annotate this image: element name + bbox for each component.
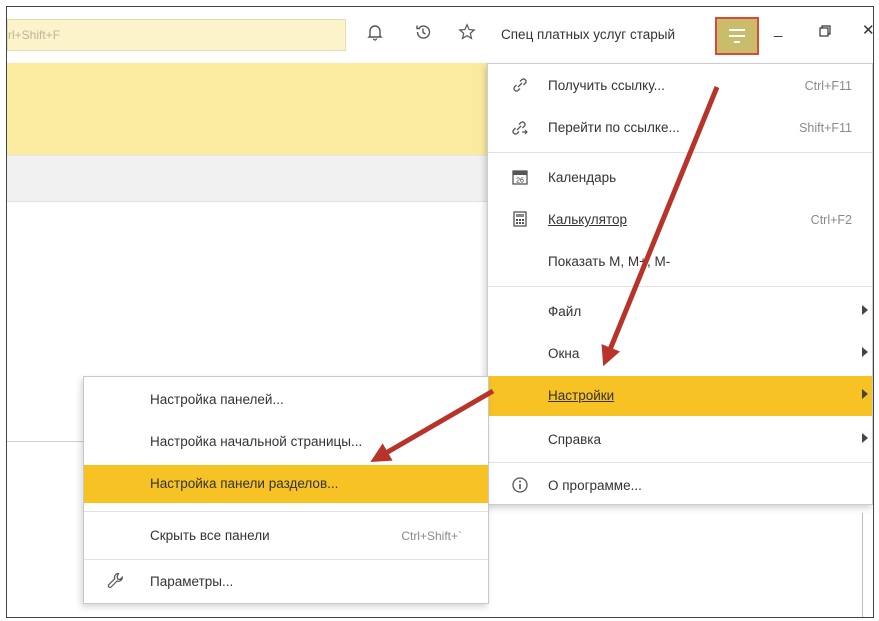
user-name[interactable]: Спец платных услуг старый — [501, 27, 675, 42]
chevron-right-icon — [862, 433, 868, 443]
top-bar: rl+Shift+F Спец платных услуг старый _ ✕ — [7, 7, 873, 64]
main-menu-dropdown: Получить ссылку... Ctrl+F11 Перейти по с… — [487, 63, 873, 505]
star-icon[interactable] — [456, 23, 478, 45]
link-icon — [510, 76, 530, 96]
calculator-icon — [510, 210, 530, 230]
chevron-right-icon — [862, 347, 868, 357]
follow-link-icon — [510, 118, 530, 138]
menu-item-settings[interactable]: Настройки — [488, 376, 872, 416]
app-window: rl+Shift+F Спец платных услуг старый _ ✕ — [6, 6, 874, 618]
restore-button[interactable] — [819, 24, 831, 40]
divider — [862, 513, 863, 617]
wrench-icon — [106, 571, 126, 596]
menu-item-get-link[interactable]: Получить ссылку... Ctrl+F11 — [488, 66, 872, 106]
menu-item-show-memory[interactable]: Показать М, М+, М- — [488, 242, 872, 282]
search-input[interactable]: rl+Shift+F — [7, 19, 346, 51]
minimize-button[interactable]: _ — [774, 21, 782, 38]
hamburger-menu-button[interactable] — [715, 17, 759, 55]
calendar-icon: 26 — [510, 168, 530, 188]
hamburger-menu-icon — [729, 29, 745, 47]
info-icon — [510, 476, 530, 496]
search-placeholder: rl+Shift+F — [8, 28, 61, 42]
menu-item-windows[interactable]: Окна — [488, 334, 872, 374]
menu-separator — [488, 286, 872, 287]
svg-text:26: 26 — [516, 178, 524, 185]
menu-item-calculator[interactable]: Калькулятор Ctrl+F2 — [488, 200, 872, 240]
close-button[interactable]: ✕ — [862, 21, 873, 39]
menu-separator — [488, 462, 872, 463]
settings-submenu: Настройка панелей... Настройка начальной… — [83, 376, 489, 604]
history-icon[interactable] — [412, 23, 434, 45]
menu-item-about[interactable]: О программе... — [488, 466, 872, 506]
menu-item-help[interactable]: Справка — [488, 420, 872, 460]
menu-item-file[interactable]: Файл — [488, 292, 872, 332]
menu-separator — [84, 559, 488, 560]
submenu-item-parameters[interactable]: Параметры... — [84, 563, 488, 601]
submenu-item-panels[interactable]: Настройка панелей... — [84, 381, 488, 419]
bell-icon[interactable] — [364, 23, 386, 45]
menu-separator — [84, 511, 488, 512]
menu-item-follow-link[interactable]: Перейти по ссылке... Shift+F11 — [488, 108, 872, 148]
menu-separator — [488, 152, 872, 153]
chevron-right-icon — [862, 389, 868, 399]
submenu-item-sections-panel[interactable]: Настройка панели разделов... — [84, 465, 488, 503]
menu-item-calendar[interactable]: 26 Календарь — [488, 158, 872, 198]
submenu-item-home-page[interactable]: Настройка начальной страницы... — [84, 423, 488, 461]
chevron-right-icon — [862, 305, 868, 315]
submenu-item-hide-panels[interactable]: Скрыть все панели Ctrl+Shift+` — [84, 517, 488, 555]
